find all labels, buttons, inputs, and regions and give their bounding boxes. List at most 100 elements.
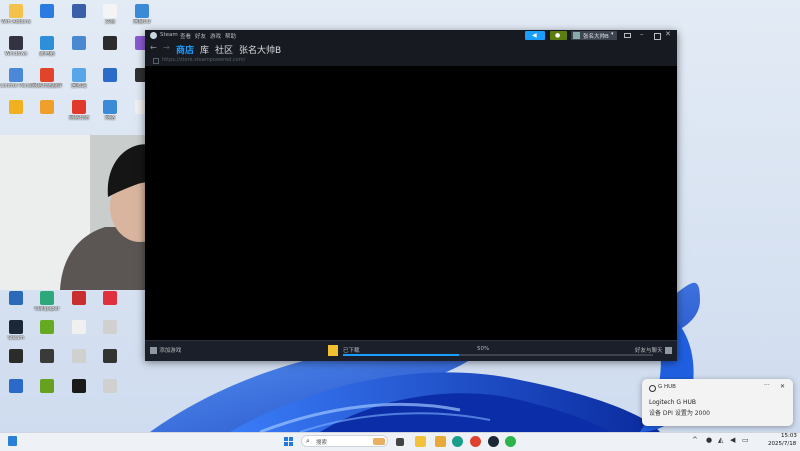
- download-progress-track[interactable]: [343, 354, 653, 356]
- desktop-icon[interactable]: [93, 36, 127, 51]
- app-icon: [9, 100, 23, 114]
- file-explorer-icon[interactable]: [415, 436, 426, 447]
- avatar: [573, 32, 580, 39]
- desktop-icon[interactable]: 此电脑: [30, 36, 64, 57]
- forward-arrow-icon[interactable]: →: [163, 43, 170, 52]
- start-button[interactable]: [284, 437, 293, 446]
- desktop-icon[interactable]: [0, 291, 33, 306]
- folder-icon[interactable]: [435, 436, 446, 447]
- desktop-icon[interactable]: [30, 100, 64, 115]
- desktop-icon[interactable]: [93, 291, 127, 306]
- app-icon: [9, 379, 23, 393]
- desktop-icon[interactable]: 文档: [93, 4, 127, 25]
- steam-app-title[interactable]: Steam: [160, 32, 178, 38]
- desktop-icon[interactable]: 网易有道: [62, 100, 96, 121]
- desktop-icon[interactable]: [30, 379, 64, 394]
- downloads-label[interactable]: 已下载: [343, 346, 360, 354]
- download-game-thumbnail[interactable]: [328, 345, 338, 356]
- microphone-icon[interactable]: ●: [706, 436, 712, 444]
- desktop-icon[interactable]: [93, 68, 127, 83]
- tab-library[interactable]: 库: [200, 43, 209, 56]
- desktop-icon-label: 网易有道翻译: [31, 83, 62, 89]
- tab-community[interactable]: 社区: [215, 43, 233, 56]
- desktop-icon[interactable]: [93, 349, 127, 364]
- desktop-icon[interactable]: [30, 320, 64, 335]
- close-icon[interactable]: ✕: [780, 383, 785, 390]
- app-icon: [103, 379, 117, 393]
- desktop-icon[interactable]: [62, 291, 96, 306]
- desktop-icon[interactable]: [93, 320, 127, 335]
- clock-time[interactable]: 15:03: [781, 433, 797, 439]
- friends-chat-button[interactable]: 好友与聊天: [635, 346, 672, 354]
- network-icon[interactable]: ◭: [718, 436, 723, 444]
- desktop-icon[interactable]: [62, 379, 96, 394]
- desktop-icon[interactable]: [0, 349, 33, 364]
- desktop-icon[interactable]: [62, 320, 96, 335]
- menu-games[interactable]: 游戏: [210, 32, 221, 40]
- desktop-icon[interactable]: [62, 4, 96, 19]
- store-content-area[interactable]: [145, 66, 677, 340]
- steam-logo-icon: [150, 32, 157, 39]
- app-icon: [72, 291, 86, 305]
- notification-app-name: G HUB: [658, 384, 676, 390]
- maximize-button[interactable]: [654, 33, 661, 40]
- add-game-button[interactable]: 添加游戏: [150, 346, 181, 354]
- browser-icon[interactable]: [470, 436, 481, 447]
- notifications-button[interactable]: ●: [550, 31, 567, 40]
- battery-icon[interactable]: ▭: [742, 436, 749, 444]
- desktop-icon[interactable]: [30, 4, 64, 19]
- desktop-icon[interactable]: Wallpaper: [30, 291, 64, 312]
- desktop-icon[interactable]: 网络: [93, 100, 127, 121]
- desktop-icon[interactable]: 回收站: [62, 68, 96, 89]
- app-icon: [103, 349, 117, 363]
- clock-date[interactable]: 2025/7/18: [768, 441, 796, 447]
- desktop-icon[interactable]: Win·Addons: [0, 4, 33, 25]
- menu-friends[interactable]: 好友: [195, 32, 206, 40]
- close-button[interactable]: ✕: [665, 30, 671, 38]
- app-icon: [103, 4, 117, 18]
- address-bar[interactable]: https://store.steampowered.com/: [162, 57, 245, 63]
- desktop-icon[interactable]: 网易UU: [125, 4, 159, 25]
- steam-taskbar-icon[interactable]: [488, 436, 499, 447]
- menu-help[interactable]: 帮助: [225, 32, 236, 40]
- download-progress-fill: [343, 354, 459, 356]
- big-picture-icon[interactable]: [624, 33, 631, 38]
- app-icon: [9, 68, 23, 82]
- desktop-icon[interactable]: [62, 36, 96, 51]
- search-box[interactable]: ⌕ 搜索: [301, 435, 388, 447]
- edge-icon[interactable]: [452, 436, 463, 447]
- broadcast-button[interactable]: ◀: [525, 31, 545, 40]
- steam-window[interactable]: Steam 查看 好友 游戏 帮助 ◀ ● 张名大帅B ▾ – ✕ ← → 商店…: [145, 30, 677, 361]
- notification-toast[interactable]: G HUB ··· ✕ Logitech G HUB 设备 DPI 设置为 20…: [642, 379, 793, 426]
- desktop-icon-label: 网络: [104, 115, 115, 121]
- desktop-icon[interactable]: [0, 100, 33, 115]
- desktop-icon[interactable]: Steam: [0, 320, 33, 341]
- desktop-icon[interactable]: [30, 349, 64, 364]
- minimize-button[interactable]: –: [640, 30, 644, 38]
- desktop-icon[interactable]: Control Panel: [0, 68, 33, 89]
- app-icon: [40, 100, 54, 114]
- desktop-icon-label: Win·Addons: [1, 19, 31, 25]
- friends-chat-label: 好友与聊天: [635, 348, 663, 354]
- desktop-icon[interactable]: [0, 379, 33, 394]
- steam-titlebar[interactable]: Steam 查看 好友 游戏 帮助 ◀ ● 张名大帅B ▾ – ✕: [145, 30, 677, 42]
- menu-view[interactable]: 查看: [180, 32, 191, 40]
- task-view-icon[interactable]: [396, 438, 404, 446]
- tray-chevron-icon[interactable]: ^: [692, 436, 698, 444]
- back-arrow-icon[interactable]: ←: [150, 43, 157, 52]
- account-menu[interactable]: 张名大帅B ▾: [571, 31, 617, 40]
- plus-box-icon: [150, 346, 157, 354]
- volume-icon[interactable]: ◀: [730, 436, 735, 444]
- app-icon: [40, 291, 54, 305]
- account-name: 张名大帅B: [583, 34, 609, 40]
- desktop-icon[interactable]: [93, 379, 127, 394]
- desktop-icon[interactable]: 网易有道翻译: [30, 68, 64, 89]
- widgets-icon[interactable]: [8, 436, 17, 446]
- desktop-icon[interactable]: Windows: [0, 36, 33, 57]
- tab-store[interactable]: 商店: [176, 43, 194, 56]
- tab-profile[interactable]: 张名大帅B: [239, 43, 281, 56]
- more-options-icon[interactable]: ···: [764, 382, 770, 389]
- wechat-icon[interactable]: [505, 436, 516, 447]
- add-game-label: 添加游戏: [159, 348, 182, 354]
- desktop-icon[interactable]: [62, 349, 96, 364]
